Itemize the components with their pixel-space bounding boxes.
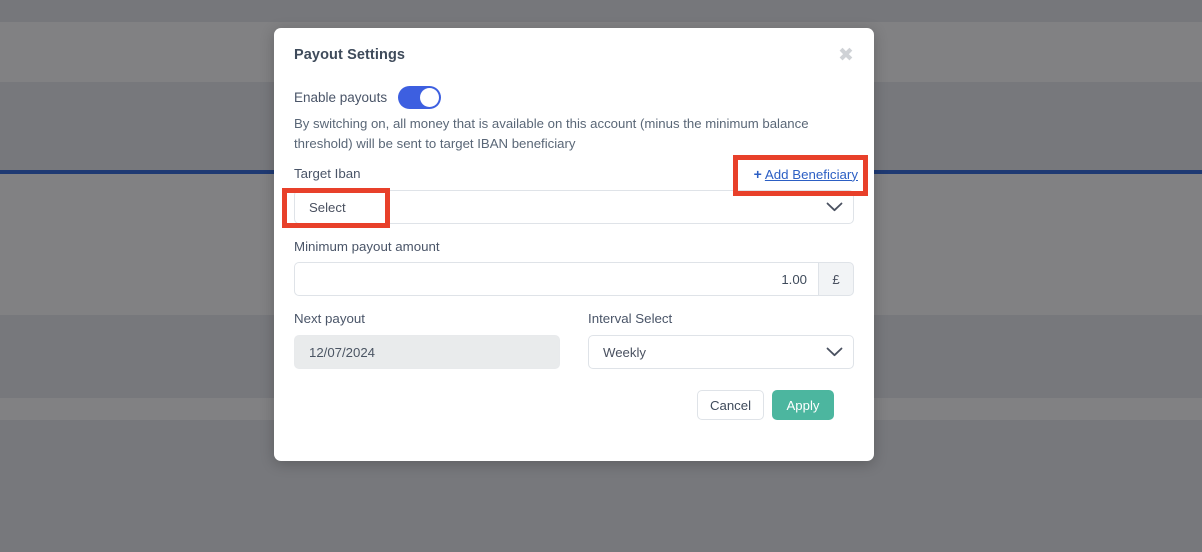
minimum-payout-label: Minimum payout amount <box>294 239 440 254</box>
minimum-payout-group: £ <box>294 262 854 296</box>
apply-button[interactable]: Apply <box>772 390 834 420</box>
plus-icon: + <box>753 166 762 182</box>
target-iban-select[interactable]: Select <box>294 190 854 224</box>
close-icon[interactable]: ✖ <box>834 44 858 68</box>
enable-payouts-label: Enable payouts <box>294 90 388 105</box>
interval-select-label: Interval Select <box>588 311 673 326</box>
target-iban-label: Target Iban <box>294 166 361 181</box>
interval-value: Weekly <box>603 344 646 360</box>
currency-suffix: £ <box>818 262 854 296</box>
background-band <box>0 0 1202 22</box>
toggle-knob <box>420 88 440 107</box>
enable-payouts-toggle[interactable] <box>398 86 442 109</box>
next-payout-field[interactable]: 12/07/2024 <box>294 335 560 369</box>
add-beneficiary-label: Add Beneficiary <box>764 166 858 182</box>
add-beneficiary-link[interactable]: + Add Beneficiary <box>754 166 858 182</box>
target-iban-value: Select <box>309 199 346 215</box>
chevron-down-icon <box>826 202 843 212</box>
cancel-button[interactable]: Cancel <box>697 390 764 420</box>
minimum-payout-input[interactable] <box>294 262 818 296</box>
payout-description: By switching on, all money that is avail… <box>294 116 809 151</box>
next-payout-label: Next payout <box>294 311 365 326</box>
chevron-down-icon <box>826 347 843 357</box>
payout-settings-dialog: Payout Settings ✖ Enable payouts By swit… <box>274 28 874 461</box>
dialog-title: Payout Settings <box>294 47 406 63</box>
interval-select[interactable]: Weekly <box>588 335 854 369</box>
enable-payouts-row: Enable payouts <box>294 86 442 109</box>
